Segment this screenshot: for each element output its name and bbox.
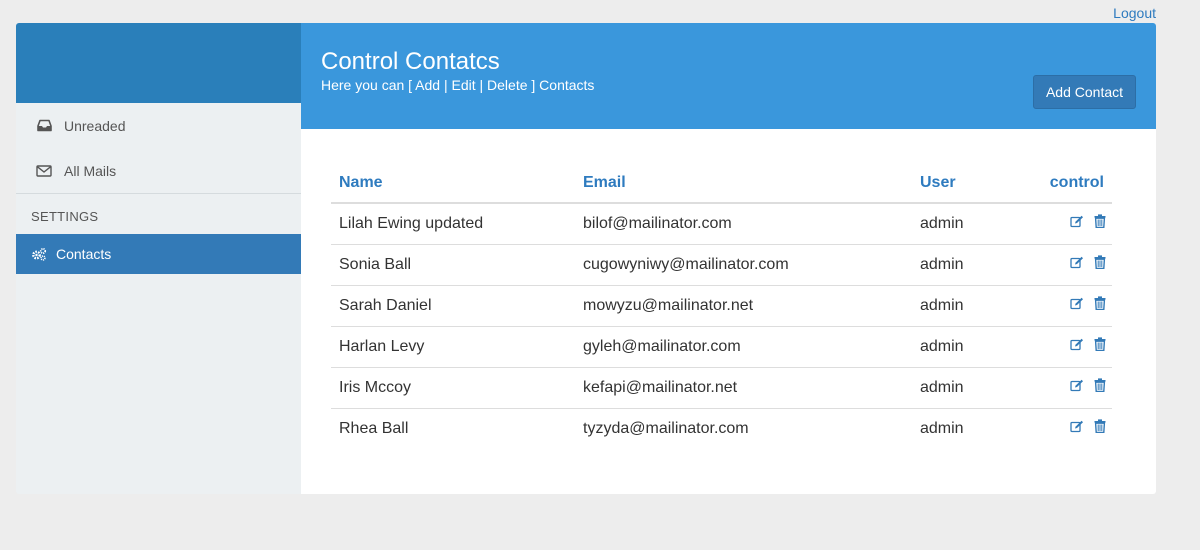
table-row: Rhea Ball tyzyda@mailinator.com admin bbox=[331, 407, 1112, 449]
table-row: Harlan Levy gyleh@mailinator.com admin bbox=[331, 325, 1112, 367]
sidebar-item-label: Contacts bbox=[56, 246, 112, 262]
contact-name: Rhea Ball bbox=[331, 407, 575, 449]
sidebar-item-unreaded[interactable]: Unreaded bbox=[16, 103, 301, 148]
sidebar-item-label: Unreaded bbox=[64, 117, 126, 134]
sidebar-item-contacts[interactable]: Contacts bbox=[16, 234, 301, 274]
row-controls bbox=[1022, 366, 1112, 408]
row-controls bbox=[1022, 203, 1112, 244]
contact-email: tyzyda@mailinator.com bbox=[575, 407, 912, 449]
edit-icon[interactable] bbox=[1070, 297, 1084, 315]
sidebar-item-label: All Mails bbox=[64, 162, 117, 179]
contacts-table: Name Email User control Lilah Ewing upda… bbox=[331, 163, 1112, 449]
contact-user: admin bbox=[912, 284, 1022, 326]
page-title: Control Contatcs bbox=[321, 48, 500, 75]
table-header-row: Name Email User control bbox=[331, 163, 1112, 204]
contact-name: Iris Mccoy bbox=[331, 366, 575, 408]
column-header-user: User bbox=[912, 163, 1022, 204]
table-row: Lilah Ewing updated bilof@mailinator.com a… bbox=[331, 203, 1112, 244]
contact-user: admin bbox=[920, 214, 964, 232]
table-row: Iris Mccoy kefapi@mailinator.net admin bbox=[331, 366, 1112, 408]
trash-icon[interactable] bbox=[1094, 296, 1106, 315]
edit-icon[interactable] bbox=[1070, 379, 1084, 397]
column-header-name: Name bbox=[331, 163, 575, 204]
sidebar-brand-area bbox=[16, 23, 301, 103]
edit-icon[interactable] bbox=[1070, 338, 1084, 356]
edit-icon[interactable] bbox=[1070, 256, 1084, 274]
logout-link[interactable]: Logout bbox=[1113, 5, 1156, 21]
contact-email: mowyzu@mailinator.net bbox=[575, 284, 912, 326]
contact-user: admin bbox=[912, 366, 1022, 408]
row-controls bbox=[1022, 284, 1112, 326]
trash-icon[interactable] bbox=[1094, 378, 1106, 397]
sidebar: Unreaded All Mails SETTINGS Contacts bbox=[16, 23, 301, 494]
table-row: Sonia Ball cugowyniwy@mailinator.com admin bbox=[331, 243, 1112, 285]
contact-user: admin bbox=[912, 243, 1022, 285]
row-controls bbox=[1022, 407, 1112, 449]
sidebar-item-all-mails[interactable]: All Mails bbox=[16, 148, 301, 193]
contact-name: Sonia Ball bbox=[331, 243, 575, 285]
contact-email: bilof@mailinator.com bbox=[583, 214, 732, 232]
page-subtitle: Here you can [ Add | Edit | Delete ] Con… bbox=[321, 77, 595, 93]
app-container: Unreaded All Mails SETTINGS Contacts Con… bbox=[16, 23, 1156, 494]
contact-name: Harlan Levy bbox=[331, 325, 575, 367]
contact-email: kefapi@mailinator.net bbox=[575, 366, 912, 408]
contact-name: Sarah Daniel bbox=[331, 284, 575, 326]
trash-icon[interactable] bbox=[1094, 214, 1106, 233]
add-contact-button[interactable]: Add Contact bbox=[1033, 75, 1136, 109]
row-controls bbox=[1022, 243, 1112, 285]
edit-icon[interactable] bbox=[1070, 215, 1084, 233]
table-row: Sarah Daniel mowyzu@mailinator.net admin bbox=[331, 284, 1112, 326]
gears-icon bbox=[31, 246, 47, 262]
column-header-control: control bbox=[1022, 163, 1112, 204]
contacts-table-wrapper: Name Email User control Lilah Ewing upda… bbox=[301, 129, 1156, 449]
contact-email: gyleh@mailinator.com bbox=[575, 325, 912, 367]
contact-name: Lilah Ewing updated bbox=[339, 214, 484, 232]
contact-user: admin bbox=[912, 407, 1022, 449]
edit-icon[interactable] bbox=[1070, 420, 1084, 438]
page-header: Control Contatcs Here you can [ Add | Ed… bbox=[301, 23, 1156, 129]
main-panel: Control Contatcs Here you can [ Add | Ed… bbox=[301, 23, 1156, 494]
trash-icon[interactable] bbox=[1094, 255, 1106, 274]
contact-user: admin bbox=[912, 325, 1022, 367]
sidebar-section-settings: SETTINGS bbox=[31, 208, 99, 224]
inbox-icon bbox=[36, 118, 52, 134]
contact-email: cugowyniwy@mailinator.com bbox=[575, 243, 912, 285]
row-controls bbox=[1022, 325, 1112, 367]
trash-icon[interactable] bbox=[1094, 419, 1106, 438]
column-header-email: Email bbox=[575, 163, 912, 204]
envelope-icon bbox=[36, 163, 52, 179]
trash-icon[interactable] bbox=[1094, 337, 1106, 356]
